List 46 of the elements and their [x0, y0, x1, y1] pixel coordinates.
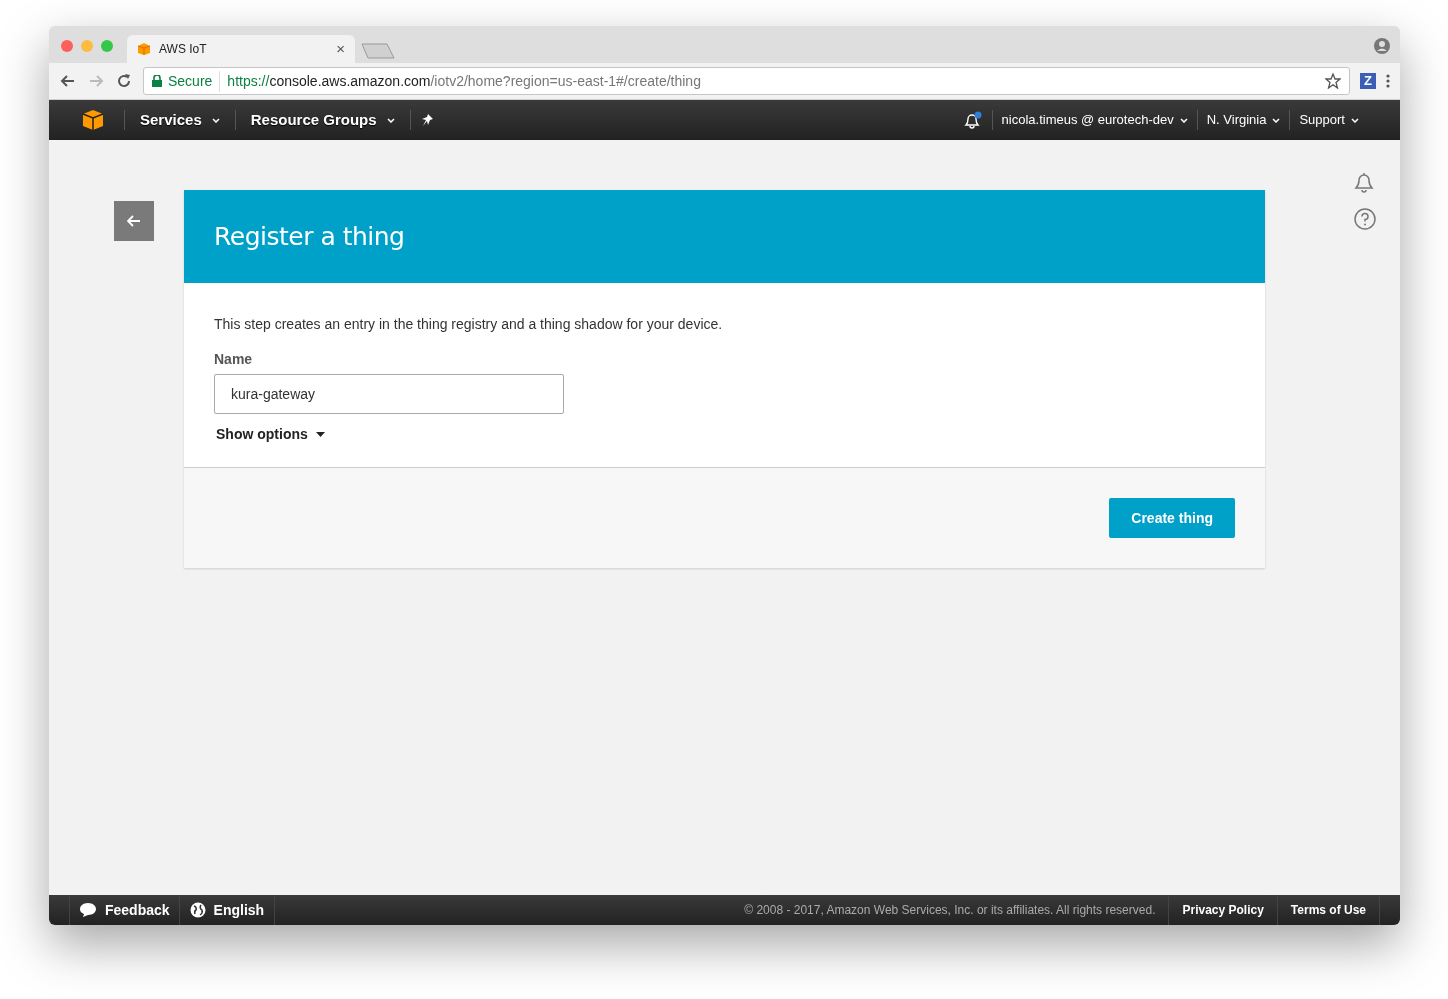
- url-scheme: https://: [227, 72, 270, 89]
- left-arrow-icon: [127, 215, 141, 227]
- show-options-toggle[interactable]: Show options: [216, 424, 325, 445]
- footer-link[interactable]: Privacy Policy: [1168, 895, 1277, 925]
- help-icon[interactable]: [1354, 208, 1376, 230]
- tab-close-button[interactable]: ×: [336, 37, 345, 61]
- lock-icon: [152, 75, 162, 87]
- cube-icon: [137, 42, 151, 56]
- panel-title: Register a thing: [214, 220, 405, 253]
- address-bar[interactable]: Secure https://console.aws.amazon.com/iotv2/home?region=us-east-1#/create/thing: [143, 67, 1350, 95]
- caret-icon: [211, 117, 220, 123]
- url-host: console.aws.amazon.com: [269, 72, 431, 89]
- bell-icon[interactable]: [1352, 170, 1376, 194]
- notification-bell-icon[interactable]: [961, 111, 982, 129]
- secure-label: Secure: [168, 70, 221, 92]
- nav-menu-button[interactable]: Services: [124, 110, 235, 130]
- nav-menu-button[interactable]: Support: [1289, 110, 1368, 130]
- description-text: This step creates an entry in the thing registry and a thing shadow for your device.: [214, 315, 724, 334]
- back-button[interactable]: [114, 201, 154, 241]
- tab-title: AWS IoT: [159, 41, 208, 58]
- close-window-button[interactable]: [61, 40, 73, 52]
- copyright-text: © 2008 - 2017, Amazon Web Services, Inc. or its affiliates. All rights reserved.: [744, 902, 1157, 919]
- url-path: /iotv2/home?region=us-east-1#/create/thing: [430, 72, 701, 89]
- name-input-field[interactable]: kura-gateway: [214, 374, 564, 414]
- profile-icon[interactable]: [1374, 38, 1390, 54]
- caret-icon: [1272, 117, 1281, 123]
- cube-logo-icon[interactable]: [82, 109, 104, 131]
- caret-icon: [1179, 117, 1188, 123]
- more-menu-icon[interactable]: [1386, 74, 1390, 88]
- pin-icon[interactable]: [420, 113, 435, 127]
- nav-menu-button[interactable]: N. Virginia: [1196, 110, 1290, 130]
- footer-link[interactable]: Terms of Use: [1276, 895, 1380, 925]
- caret-icon: [386, 117, 395, 123]
- nav-menu-button[interactable]: Resource Groups: [234, 110, 410, 130]
- nav-menu-button[interactable]: nicola.timeus @ eurotech-dev: [991, 110, 1197, 130]
- speech-bubble-icon: [79, 902, 97, 918]
- extension-button[interactable]: Z: [1360, 73, 1376, 89]
- name-label: Name: [214, 350, 254, 369]
- caret-icon: [315, 432, 325, 437]
- caret-icon: [1351, 117, 1359, 123]
- reload-icon[interactable]: [115, 72, 133, 90]
- bookmark-star-icon[interactable]: [1325, 73, 1341, 89]
- feedback-button[interactable]: Feedback: [70, 895, 180, 925]
- browser-tab[interactable]: AWS IoT ×: [127, 35, 355, 63]
- globe-icon: [189, 902, 206, 918]
- language-button[interactable]: English: [179, 895, 276, 925]
